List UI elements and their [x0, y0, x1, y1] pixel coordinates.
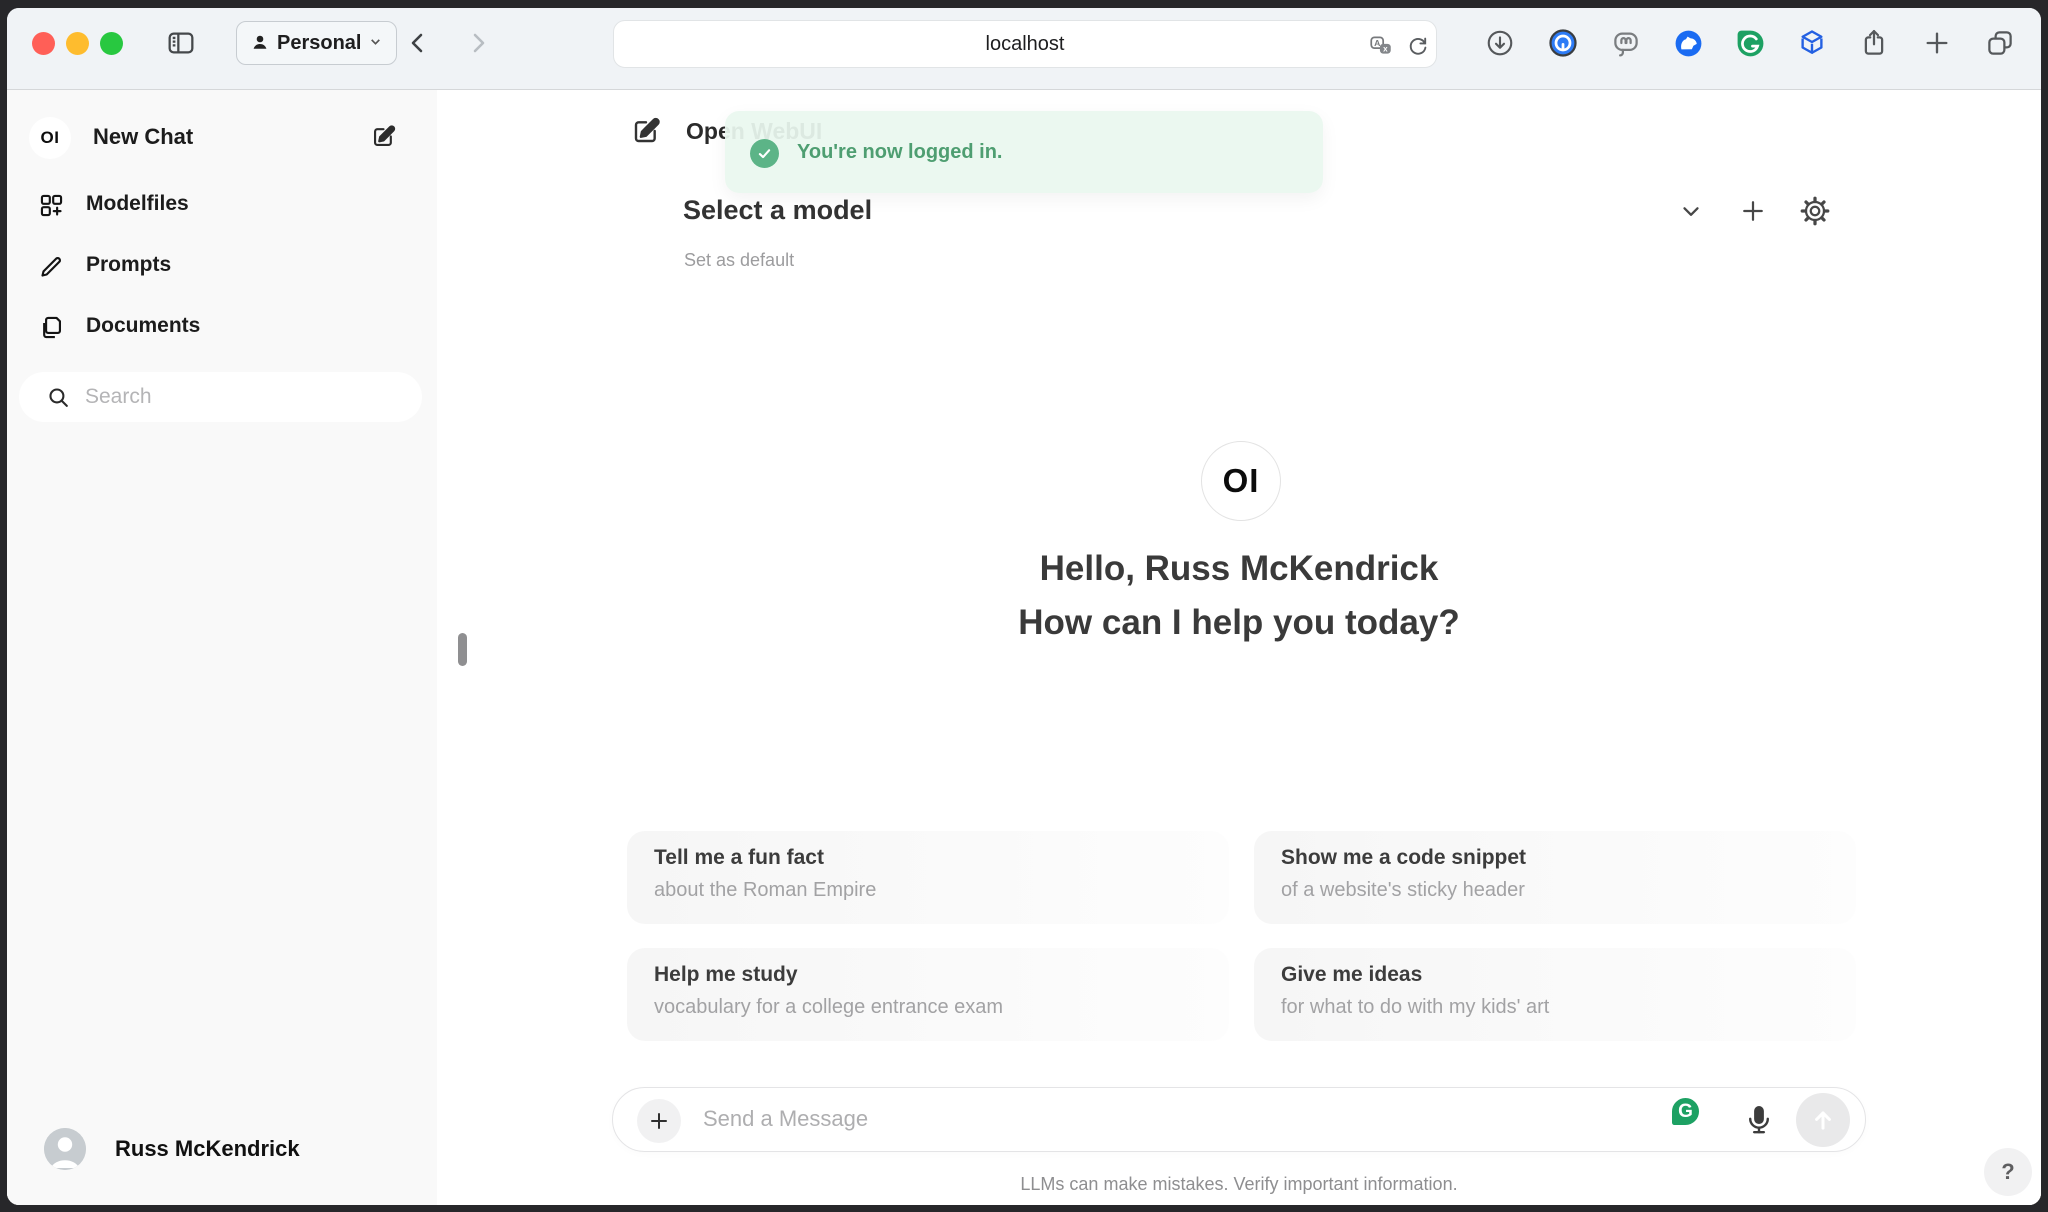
- downloads-icon[interactable]: [1483, 26, 1517, 60]
- address-bar[interactable]: localhost A x: [613, 20, 1437, 68]
- new-chat-edit-icon[interactable]: [370, 123, 397, 155]
- app-logo: OI: [29, 117, 71, 159]
- sidebar-search[interactable]: [19, 372, 422, 422]
- app-sidebar: OI New Chat Modelfiles: [7, 90, 437, 1205]
- bear-extension-icon[interactable]: [1671, 26, 1705, 60]
- suggestion-subtitle: about the Roman Empire: [654, 879, 1229, 902]
- hero-logo: OI: [1201, 441, 1281, 521]
- elephant-extension-icon[interactable]: [1609, 26, 1643, 60]
- suggestion-cards: Tell me a fun fact about the Roman Empir…: [627, 831, 1856, 1041]
- zoom-window-button[interactable]: [100, 32, 123, 55]
- close-window-button[interactable]: [32, 32, 55, 55]
- suggestion-card[interactable]: Help me study vocabulary for a college e…: [627, 948, 1229, 1041]
- suggestion-title: Give me ideas: [1281, 963, 1856, 987]
- suggestion-card[interactable]: Give me ideas for what to do with my kid…: [1254, 948, 1856, 1041]
- sidebar-item-prompts[interactable]: Prompts: [86, 253, 171, 277]
- toast-message: You're now logged in.: [797, 141, 1003, 164]
- suggestion-subtitle: of a website's sticky header: [1281, 879, 1856, 902]
- model-chevron-down-icon[interactable]: [1673, 193, 1709, 229]
- help-button[interactable]: ?: [1984, 1148, 2032, 1196]
- page-new-chat-icon[interactable]: [630, 115, 662, 152]
- cube-extension-icon[interactable]: [1795, 26, 1829, 60]
- modelfiles-icon: [38, 192, 65, 224]
- search-icon: [46, 385, 71, 415]
- search-input[interactable]: [85, 372, 405, 422]
- suggestion-title: Show me a code snippet: [1281, 846, 1856, 870]
- suggestion-subtitle: for what to do with my kids' art: [1281, 996, 1856, 1019]
- browser-titlebar: Personal localhost A x: [7, 8, 2041, 90]
- microphone-icon[interactable]: [1742, 1103, 1776, 1142]
- suggestion-card[interactable]: Tell me a fun fact about the Roman Empir…: [627, 831, 1229, 924]
- suggestion-card[interactable]: Show me a code snippet of a website's st…: [1254, 831, 1856, 924]
- settings-gear-icon[interactable]: [1797, 193, 1833, 229]
- suggestion-title: Tell me a fun fact: [654, 846, 1229, 870]
- address-bar-url: localhost: [614, 21, 1436, 67]
- greeting: Hello, Russ McKendrick How can I help yo…: [437, 542, 2041, 650]
- toast-notification: You're now logged in.: [725, 111, 1323, 193]
- profile-button[interactable]: Personal: [236, 21, 397, 65]
- onepassword-icon[interactable]: [1546, 26, 1580, 60]
- chevron-down-icon: [369, 35, 382, 51]
- model-selector[interactable]: Select a model: [683, 195, 872, 226]
- person-icon: [251, 33, 269, 54]
- minimize-window-button[interactable]: [66, 32, 89, 55]
- suggestion-subtitle: vocabulary for a college entrance exam: [654, 996, 1229, 1019]
- sidebar-toggle-icon[interactable]: [164, 26, 198, 60]
- add-model-icon[interactable]: [1735, 193, 1771, 229]
- tab-overview-icon[interactable]: [1983, 26, 2017, 60]
- message-composer[interactable]: G: [612, 1087, 1866, 1152]
- grammarly-extension-icon[interactable]: [1733, 26, 1767, 60]
- forward-icon: [461, 26, 495, 60]
- svg-text:x: x: [1383, 44, 1388, 53]
- sidebar-item-documents[interactable]: Documents: [86, 314, 200, 338]
- success-check-icon: [750, 139, 779, 168]
- set-as-default-link[interactable]: Set as default: [684, 250, 794, 271]
- sidebar-item-modelfiles[interactable]: Modelfiles: [86, 192, 189, 216]
- chat-main: Open WebUI Select a model Set as default: [437, 90, 2041, 1205]
- message-input[interactable]: [703, 1088, 1603, 1150]
- prompts-icon: [38, 253, 65, 285]
- documents-icon: [38, 314, 65, 346]
- greeting-line-1: Hello, Russ McKendrick: [437, 542, 2041, 596]
- new-tab-icon[interactable]: [1920, 26, 1954, 60]
- user-name: Russ McKendrick: [115, 1136, 300, 1162]
- grammarly-overlay-icon[interactable]: G: [1670, 1096, 1701, 1127]
- back-icon[interactable]: [401, 26, 435, 60]
- suggestion-title: Help me study: [654, 963, 1229, 987]
- attach-plus-icon[interactable]: [637, 1099, 681, 1143]
- profile-label: Personal: [277, 32, 361, 55]
- avatar: [44, 1128, 86, 1170]
- browser-window: Personal localhost A x: [7, 8, 2041, 1205]
- share-icon[interactable]: [1857, 26, 1891, 60]
- new-chat-button[interactable]: New Chat: [93, 124, 193, 150]
- llm-disclaimer: LLMs can make mistakes. Verify important…: [612, 1174, 1866, 1195]
- translate-icon[interactable]: A x: [1367, 32, 1395, 60]
- user-menu[interactable]: Russ McKendrick: [7, 1116, 437, 1182]
- page-content: OI New Chat Modelfiles: [7, 90, 2041, 1205]
- greeting-line-2: How can I help you today?: [437, 596, 2041, 650]
- send-button[interactable]: [1796, 1093, 1850, 1147]
- reload-icon[interactable]: [1404, 32, 1432, 60]
